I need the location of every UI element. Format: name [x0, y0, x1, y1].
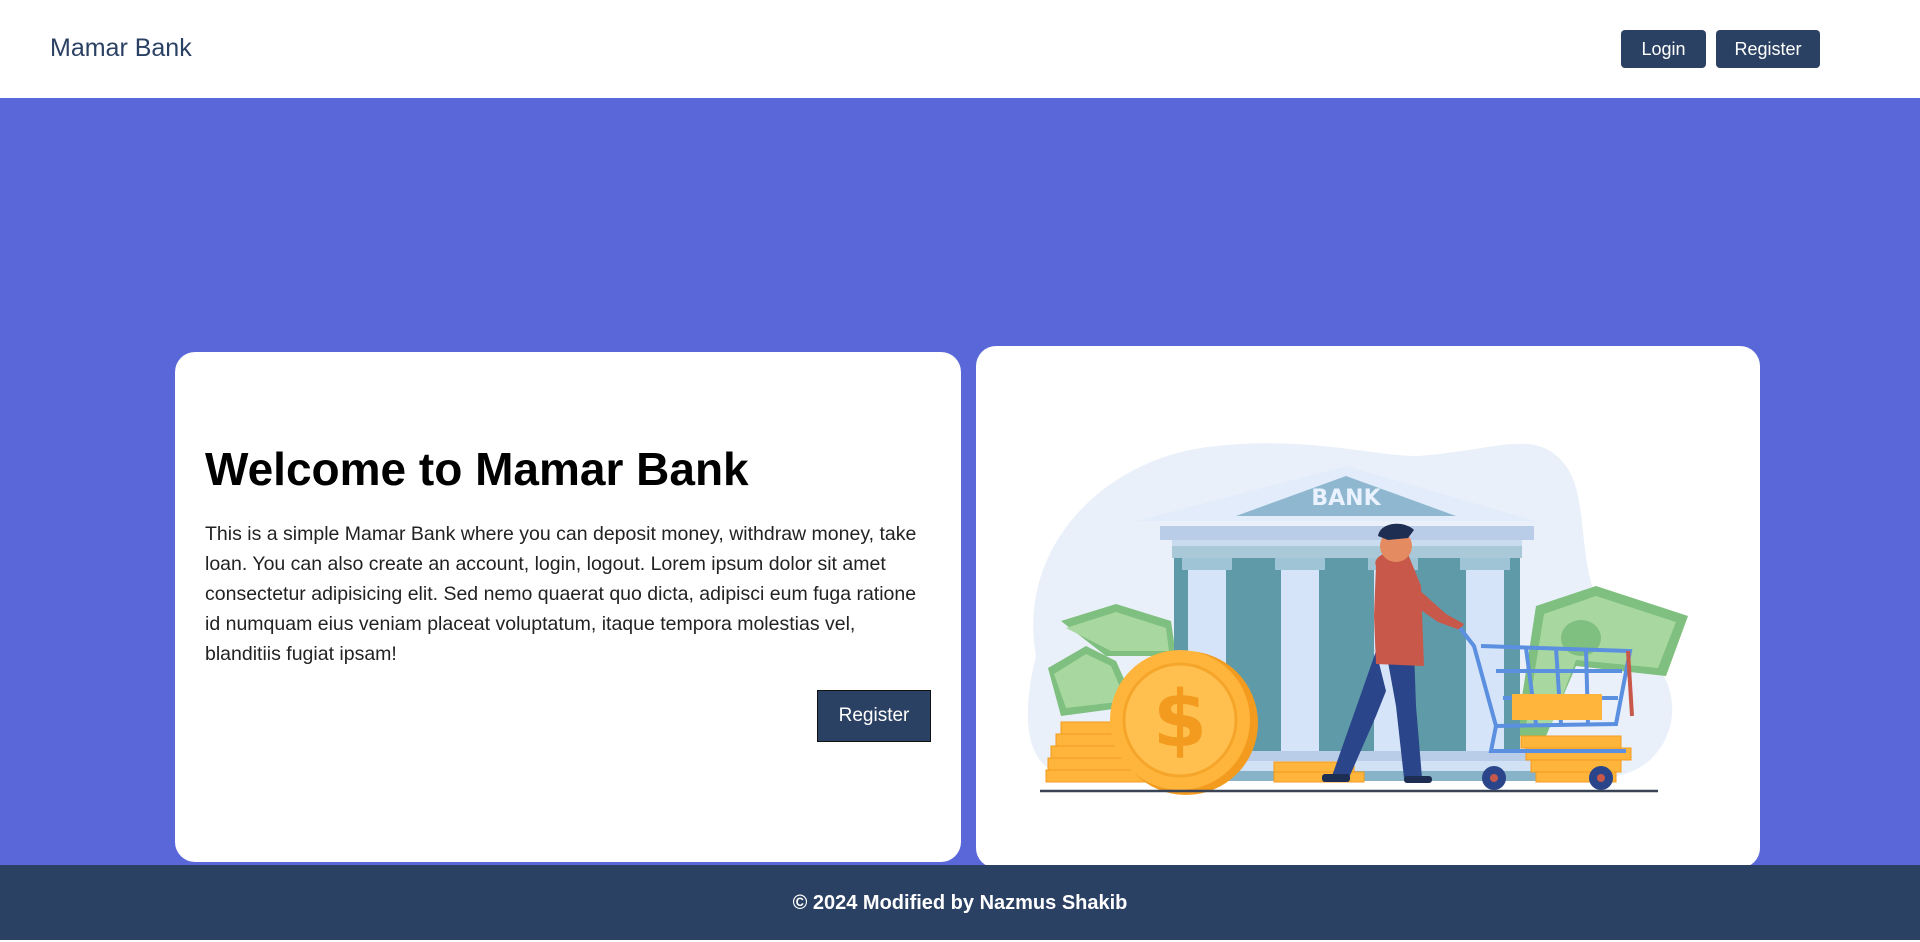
register-button[interactable]: Register	[817, 690, 931, 742]
login-button[interactable]: Login	[1621, 30, 1706, 68]
navbar: Mamar Bank Login Register	[0, 0, 1920, 98]
brand-logo[interactable]: Mamar Bank	[50, 34, 192, 63]
bank-illustration: BANK $	[1027, 443, 1688, 795]
footer: © 2024 Modified by Nazmus Shakib	[0, 865, 1920, 940]
illustration-card: BANK $	[976, 346, 1760, 868]
welcome-card: Welcome to Mamar Bank This is a simple M…	[175, 352, 961, 862]
bank-sign-text: BANK	[1311, 486, 1381, 511]
welcome-description: This is a simple Mamar Bank where you ca…	[205, 523, 917, 665]
welcome-title: Welcome to Mamar Bank	[205, 443, 749, 495]
hero-section: Welcome to Mamar Bank This is a simple M…	[0, 98, 1920, 868]
footer-copyright: © 2024 Modified by Nazmus Shakib	[792, 892, 1128, 914]
register-nav-button[interactable]: Register	[1716, 30, 1820, 68]
svg-text:$: $	[1153, 675, 1207, 765]
